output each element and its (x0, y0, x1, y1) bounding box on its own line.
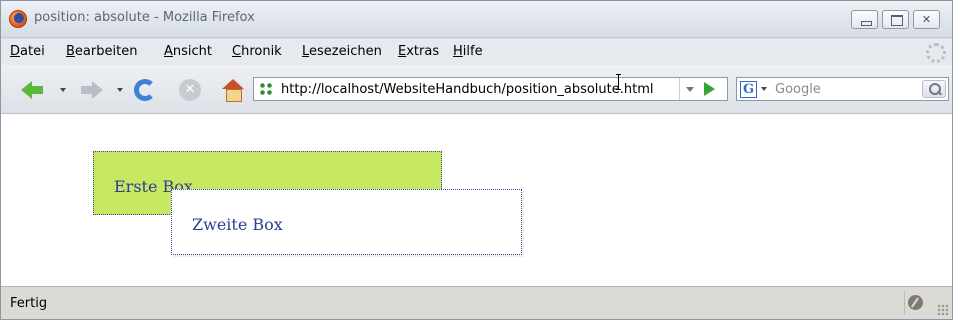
url-history-dropdown-icon[interactable] (679, 78, 699, 100)
window-title: position: absolute - Mozilla Firefox (34, 10, 255, 25)
menu-bar: Datei Bearbeiten Ansicht Chronik Lesezei… (1, 39, 952, 65)
second-box: Zweite Box (171, 189, 522, 255)
forward-history-dropdown-icon[interactable] (117, 88, 123, 92)
resize-grip-icon[interactable] (937, 304, 949, 316)
security-status-icon[interactable] (908, 295, 923, 310)
url-bar[interactable]: http://localhost/WebsiteHandbuch/positio… (253, 77, 728, 101)
url-text[interactable]: http://localhost/WebsiteHandbuch/positio… (281, 82, 654, 97)
second-box-label: Zweite Box (192, 215, 283, 234)
go-icon[interactable] (704, 82, 715, 96)
menu-item-chronik[interactable]: Chronik (232, 44, 282, 59)
browser-window: position: absolute - Mozilla Firefox Dat… (0, 0, 953, 320)
status-text: Fertig (10, 296, 48, 311)
status-bar: Fertig (1, 286, 952, 319)
search-bar[interactable]: G Google (736, 77, 949, 101)
back-history-dropdown-icon[interactable] (60, 88, 66, 92)
menu-item-bearbeiten[interactable]: Bearbeiten (66, 44, 137, 59)
menu-item-ansicht[interactable]: Ansicht (164, 44, 212, 59)
menu-item-lesezeichen[interactable]: Lesezeichen (302, 44, 382, 59)
search-button[interactable] (922, 80, 946, 98)
maximize-button[interactable] (882, 10, 909, 29)
home-icon[interactable] (222, 79, 244, 102)
close-button[interactable] (913, 10, 940, 29)
google-engine-icon[interactable]: G (740, 81, 757, 98)
menu-item-extras[interactable]: Extras (398, 44, 439, 59)
minimize-button[interactable] (851, 10, 878, 29)
site-identity-icon[interactable] (259, 82, 274, 97)
title-bar: position: absolute - Mozilla Firefox (1, 1, 952, 38)
search-input[interactable]: Google (775, 82, 821, 97)
stop-icon[interactable]: ✕ (179, 79, 201, 101)
activity-throbber-icon (926, 43, 946, 63)
page-content: Erste Box Zweite Box (1, 114, 952, 286)
menu-item-hilfe[interactable]: Hilfe (453, 44, 483, 59)
forward-icon[interactable] (81, 79, 103, 101)
back-icon[interactable] (21, 79, 43, 101)
menu-item-datei[interactable]: Datei (10, 44, 45, 59)
firefox-logo-icon (9, 10, 27, 28)
text-cursor-icon (616, 74, 621, 90)
search-engine-dropdown-icon[interactable] (761, 87, 767, 91)
reload-icon[interactable] (134, 79, 156, 101)
